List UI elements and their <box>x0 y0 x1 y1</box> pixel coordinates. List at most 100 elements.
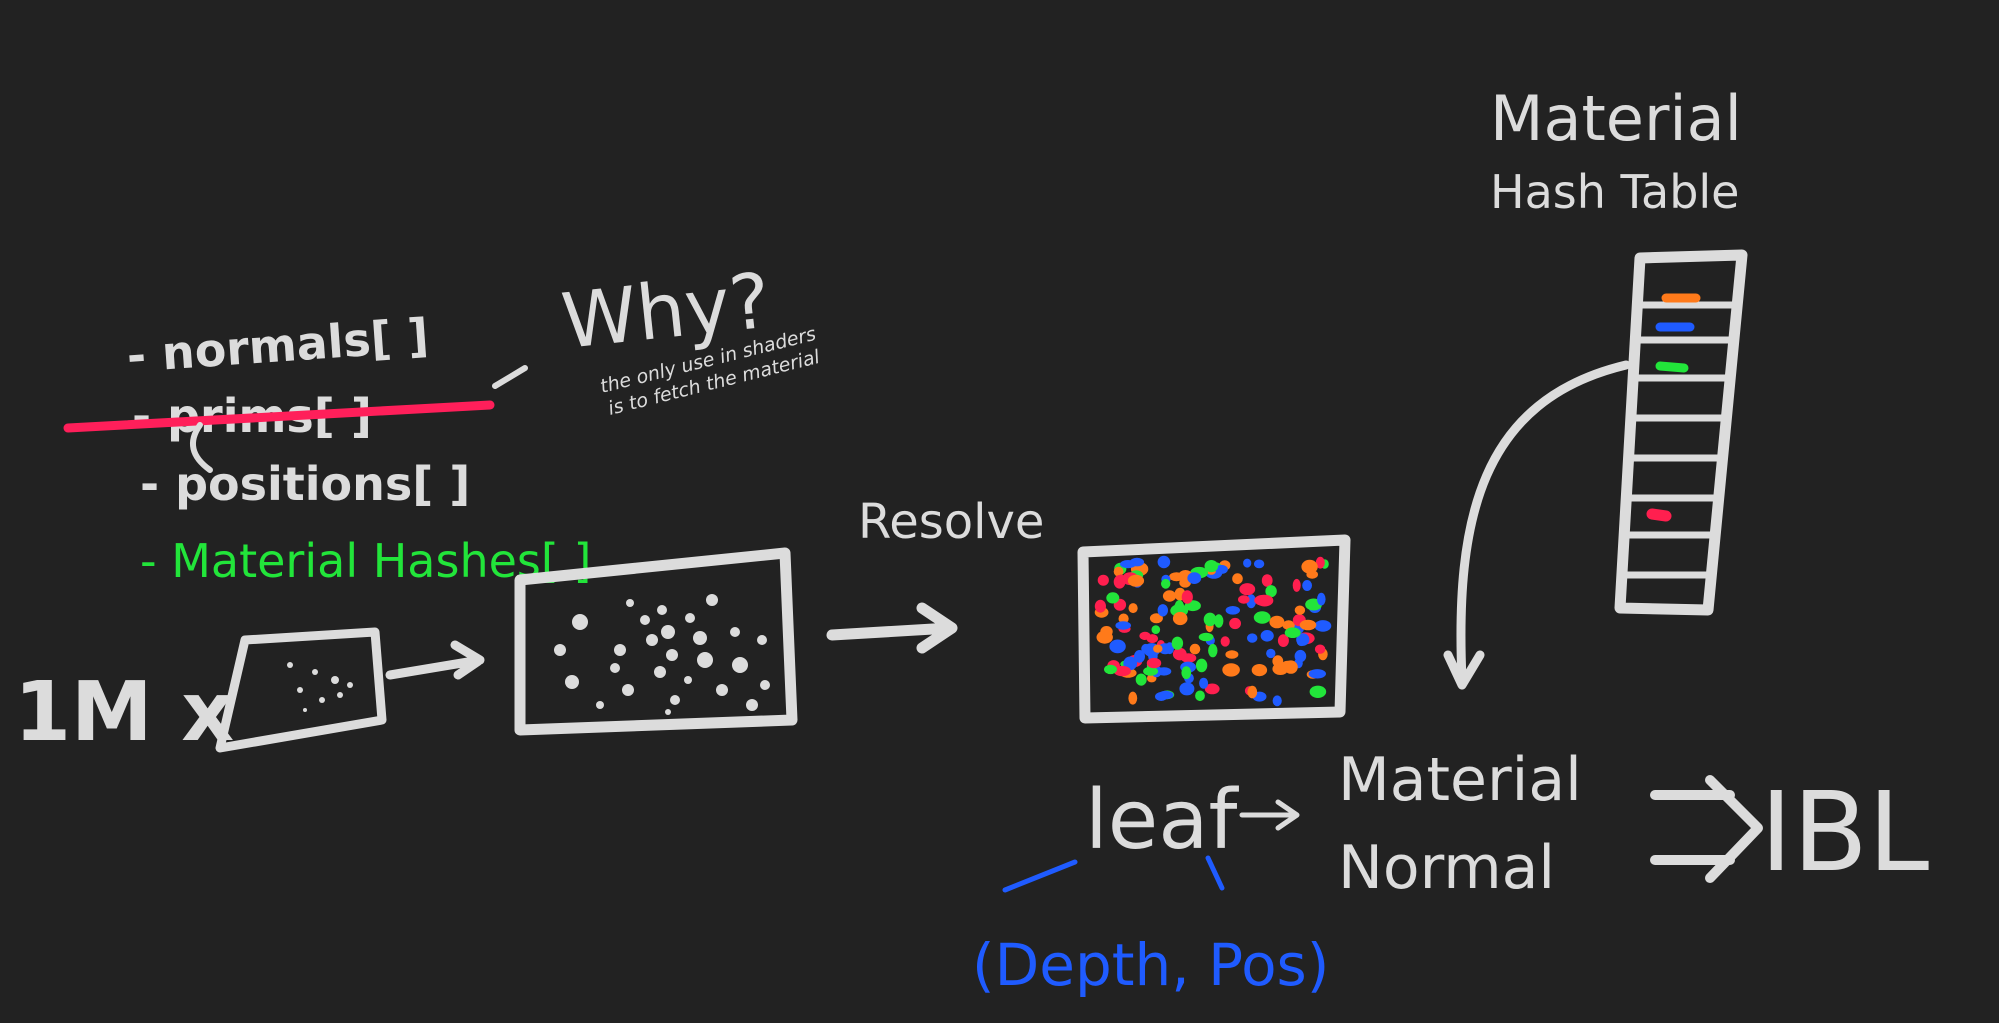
point-cloud-dots <box>554 594 770 715</box>
fragment-dot <box>1272 662 1289 676</box>
arrow-small-to-large <box>385 640 485 680</box>
fragment-dot <box>1253 559 1265 569</box>
fragment-dot <box>1294 649 1307 663</box>
resolve-label: Resolve <box>858 494 1044 550</box>
fragment-dot <box>1141 643 1151 654</box>
why-connector <box>492 365 528 389</box>
fragment-dot <box>1139 631 1151 641</box>
leaf-input-connector-left <box>1002 859 1078 893</box>
fragment-dot <box>1199 677 1209 689</box>
hash-table-title-line2: Hash Table <box>1490 165 1739 219</box>
fragment-dot <box>1135 673 1147 686</box>
fragment-dot <box>1146 657 1162 669</box>
fragment-dot <box>1151 625 1161 634</box>
fragment-dot <box>1232 573 1243 585</box>
fragment-dot <box>1195 658 1208 673</box>
fragment-dot <box>1261 574 1273 587</box>
hash-lookup-arrow <box>1443 360 1631 690</box>
small-box-dots <box>287 662 353 712</box>
resolved-buffer-dots <box>1094 555 1332 707</box>
fragment-dot <box>1204 560 1219 573</box>
fragment-dot <box>1155 692 1168 701</box>
fragment-dot <box>1153 644 1163 653</box>
fragment-dot <box>1309 685 1327 698</box>
point-cloud-box <box>514 547 798 736</box>
small-meshlet-box <box>215 627 387 753</box>
ibl-label: IBL <box>1760 768 1929 896</box>
output-normal: Normal <box>1338 833 1555 903</box>
fragment-dot <box>1104 664 1117 675</box>
fragment-dot <box>1247 685 1258 699</box>
fragment-dot <box>1120 560 1136 569</box>
fragment-dot <box>1100 626 1113 638</box>
fragment-dot <box>1208 643 1218 658</box>
list-item-positions: - positions[ ] <box>140 457 470 511</box>
fragment-dot <box>1169 572 1184 582</box>
leaf-inputs-label: (Depth, Pos) <box>972 931 1329 999</box>
fragment-dot <box>1172 611 1188 626</box>
fragment-dot <box>1198 632 1214 642</box>
hash-entry-green <box>1655 361 1689 373</box>
fragment-dot <box>1229 617 1241 630</box>
fragment-dot <box>1127 574 1145 587</box>
fragment-dot <box>1181 590 1193 604</box>
implies-arrow <box>1650 775 1763 883</box>
fragment-dot <box>1225 650 1239 659</box>
fragment-dot <box>1189 643 1201 655</box>
hash-table-title-line1: Material <box>1490 82 1742 155</box>
list-item-normals: - normals[ ] <box>125 308 430 383</box>
fragment-dot <box>1187 572 1202 584</box>
fragment-dot <box>1314 644 1326 654</box>
fragment-dot <box>1172 647 1187 661</box>
fragment-dot <box>1225 606 1241 615</box>
fragment-dot <box>1301 559 1318 574</box>
fragment-dot <box>1128 691 1138 705</box>
fragment-dot <box>1097 574 1109 586</box>
fragment-dot <box>1247 633 1258 643</box>
fragment-dot <box>1181 666 1192 680</box>
output-material: Material <box>1338 745 1582 815</box>
fragment-dot <box>1157 604 1169 617</box>
fragment-dot <box>1162 590 1177 602</box>
fragment-dot <box>1238 595 1250 604</box>
fragment-dot <box>1253 611 1271 624</box>
fragment-dot <box>1260 630 1274 642</box>
fragment-dot <box>1203 612 1217 627</box>
fragment-dot <box>1292 578 1301 592</box>
fragment-dot <box>1220 636 1230 647</box>
fragment-dot <box>1254 594 1272 606</box>
fragment-dot <box>1269 615 1285 629</box>
fragment-dot <box>1284 627 1301 638</box>
fragment-dot <box>1115 621 1131 630</box>
fragment-dot <box>1239 583 1256 596</box>
resolve-arrow <box>826 602 958 654</box>
fragment-dot <box>1243 558 1252 568</box>
fragment-dot <box>1109 639 1126 654</box>
fragment-dot <box>1294 605 1306 615</box>
fragment-dot <box>1222 663 1240 677</box>
why-annotation: Why? the only use in shaders is to fetch… <box>492 256 823 420</box>
resolved-buffer-box <box>1077 534 1351 724</box>
fragment-dot <box>1308 669 1327 679</box>
hash-entry-red <box>1646 508 1672 522</box>
multiplier-label: 1M x <box>14 665 234 760</box>
diagram-canvas: - normals[ ] - prims[ ] - positions[ ] -… <box>14 82 1929 999</box>
fragment-dot <box>1302 580 1312 591</box>
fragment-dot <box>1317 592 1326 606</box>
attribute-list: - normals[ ] - prims[ ] - positions[ ] -… <box>63 308 591 588</box>
fragment-dot <box>1272 695 1282 707</box>
fragment-dot <box>1106 592 1120 604</box>
fragment-dot <box>1314 620 1332 632</box>
fragment-dot <box>1299 619 1317 631</box>
fragment-dot <box>1157 555 1171 569</box>
leaf-arrow <box>1239 799 1300 831</box>
material-hash-table: Material Hash Table <box>1443 82 1748 690</box>
fragment-dot <box>1251 664 1268 677</box>
fragment-dot <box>1266 648 1276 659</box>
leaf-label: leaf <box>1085 773 1239 868</box>
fragment-dot <box>1179 682 1195 696</box>
fragment-dot <box>1161 578 1171 589</box>
fragment-dot <box>1171 636 1184 650</box>
fragment-dot <box>1195 690 1205 702</box>
fragment-dot <box>1094 599 1106 613</box>
